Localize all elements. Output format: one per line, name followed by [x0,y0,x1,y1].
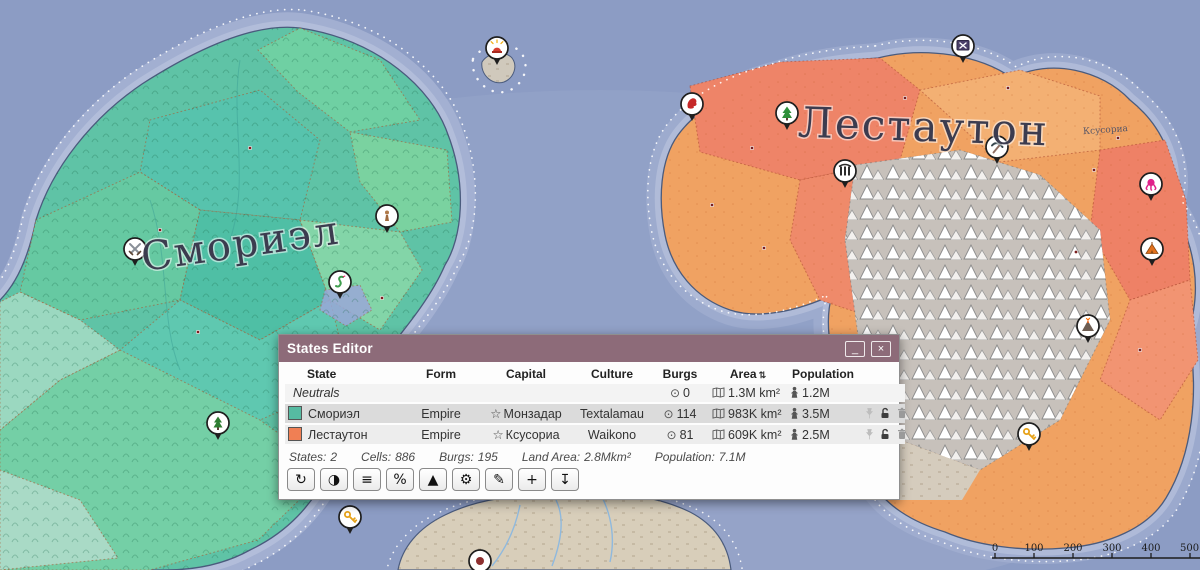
state-label-lestauton[interactable]: Лестаутон [796,96,1051,157]
percentage-button[interactable]: % [386,468,414,491]
state-burgs[interactable]: ⊙ 114 [651,404,709,423]
states-table: State Form Capital Culture Burgs Area ⇅ P… [285,364,905,446]
scale-tick-label: 400 [1141,543,1160,554]
state-capital[interactable]: ☆ Ксусориа [479,425,573,444]
dialog-toolbar: ↻ ◑ ≡ % ▲ ⚙ ✎ + ↧ [287,468,891,491]
contrast-button[interactable]: ◑ [320,468,348,491]
header-area[interactable]: Area ⇅ [709,366,787,382]
summary-land-area: Land Area: 2.8Mkm² [521,450,631,464]
lock-icon[interactable] [880,428,890,440]
regenerate-button[interactable]: ⚙ [452,468,480,491]
table-row-smoriel[interactable]: Смориэл Empire ☆ Монзадар Textalamau ⊙ 114… [285,404,905,423]
header-form[interactable]: Form [403,366,479,382]
shrine-marker[interactable] [468,549,492,570]
summary-cells: Cells: 886 [361,450,416,464]
person-icon [791,428,798,440]
state-capital[interactable] [479,384,573,402]
close-button[interactable]: × [871,340,891,357]
trash-icon[interactable] [897,428,905,440]
burg-icon: ⊙ [666,427,677,442]
state-population: 2.5M [787,425,859,444]
state-burgs[interactable]: ⊙ 81 [651,425,709,444]
table-row-neutrals[interactable]: Neutrals ⊙ 0 1.3M km² 1.2M [285,384,905,402]
map-icon [712,428,725,440]
sort-icon[interactable]: ⇅ [759,370,767,380]
refresh-button[interactable]: ↻ [287,468,315,491]
capital-star-icon: ☆ [492,428,504,442]
state-culture[interactable] [573,384,651,402]
burg-icon: ⊙ [663,406,674,421]
minimize-button[interactable]: _ [845,340,865,357]
table-header-row: State Form Capital Culture Burgs Area ⇅ P… [285,366,905,382]
state-color-swatch[interactable] [288,406,302,420]
map-icon [712,387,725,398]
scale-tick-label: 500 km [1180,543,1200,554]
summary-population: Population: 7.1M [654,450,746,464]
scale-tick-label: 0 [992,543,998,554]
chart-button[interactable]: ▲ [419,468,447,491]
summary-burgs: Burgs: 195 [439,450,498,464]
pin-icon[interactable] [865,407,874,419]
map-icon [712,407,725,419]
trash-icon[interactable] [897,407,905,419]
state-capital[interactable]: ☆ Монзадар [479,404,573,423]
scale-tick-label: 300 [1102,543,1121,554]
state-name[interactable]: Neutrals [285,384,403,402]
state-form[interactable]: Empire [403,404,479,423]
burg-icon: ⊙ [669,386,681,400]
header-culture[interactable]: Culture [573,366,651,382]
header-population[interactable]: Population [787,366,859,382]
state-form[interactable] [403,384,479,402]
header-area-label: Area [729,367,757,381]
legend-button[interactable]: ≡ [353,468,381,491]
add-state-button[interactable]: + [518,468,546,491]
state-area: 983K km² [709,404,787,423]
pin-icon[interactable] [865,428,874,440]
state-form[interactable]: Empire [403,425,479,444]
summary-bar: States: 2 Cells: 886 Burgs: 195 Land Area: 2… [289,450,889,464]
paint-button[interactable]: ✎ [485,468,513,491]
scale-tick-label: 200 [1063,543,1082,554]
state-culture[interactable]: Textalamau [573,404,651,423]
state-name[interactable]: Смориэл [308,407,360,421]
table-row-lestauton[interactable]: Лестаутон Empire ☆ Ксусориа Waikono ⊙ 81 6… [285,425,905,444]
state-burgs[interactable]: ⊙ 0 [651,384,709,402]
export-button[interactable]: ↧ [551,468,579,491]
state-area: 609K km² [709,425,787,444]
header-capital[interactable]: Capital [479,366,573,382]
state-population: 3.5M [787,404,859,423]
state-area: 1.3M km² [709,384,787,402]
dialog-title: States Editor [287,341,373,356]
dialog-titlebar[interactable]: States Editor _ × [279,335,899,362]
state-color-swatch[interactable] [288,427,302,441]
state-name[interactable]: Лестаутон [308,428,368,442]
states-editor-window: States Editor _ × State Form Capital Cul… [278,334,905,500]
capital-star-icon: ☆ [490,407,502,421]
fantasy-map-app: Смориэл Лестаутон Ксусориа 0 100 200 300… [0,0,1200,570]
state-population: 1.2M [787,384,859,402]
person-icon [791,386,798,398]
header-state[interactable]: State [285,366,403,382]
header-burgs[interactable]: Burgs [651,366,709,382]
scale-tick-label: 100 [1024,543,1043,554]
state-culture[interactable]: Waikono [573,425,651,444]
lock-icon[interactable] [880,407,890,419]
summary-states: States: 2 [289,450,338,464]
person-icon [791,407,798,419]
